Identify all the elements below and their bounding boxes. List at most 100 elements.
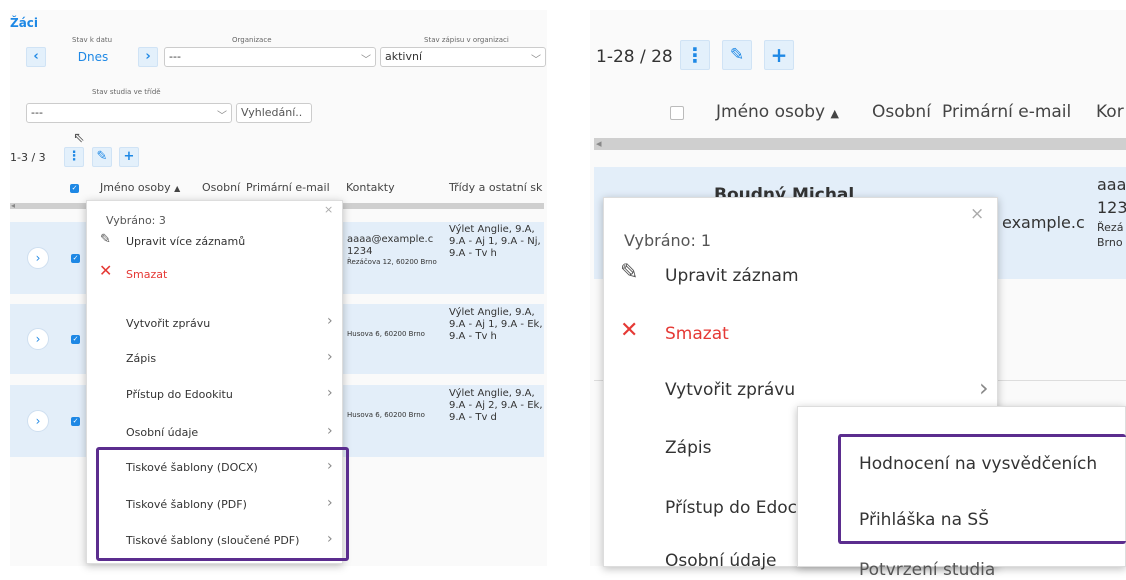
page-title: Žáci — [10, 16, 39, 30]
menu-item-label: Upravit záznam — [665, 266, 799, 286]
edit-button-zoom[interactable]: ✎ — [722, 40, 752, 70]
highlight-box-zoom — [838, 434, 1126, 544]
col-kontakty-zoom[interactable]: Kor — [1096, 102, 1124, 122]
menu-item-zapis[interactable]: Zápis — [126, 352, 156, 365]
submenu-item-potvrzeni[interactable]: Potvrzení studia — [859, 560, 995, 580]
col-jmeno-label: Jméno osoby — [100, 181, 171, 194]
scroll-left-icon[interactable]: ◂ — [11, 201, 15, 210]
pencil-icon: ✎ — [620, 260, 639, 285]
edit-button[interactable]: ✎ — [92, 147, 112, 167]
col-osobni[interactable]: Osobní — [202, 181, 240, 194]
col-email[interactable]: Primární e-mail — [246, 181, 330, 194]
close-icon[interactable]: × — [324, 203, 333, 216]
menu-item-smazat[interactable]: ✕ Smazat — [98, 261, 338, 287]
add-button[interactable]: + — [119, 147, 139, 167]
pencil-icon: ✎ — [96, 149, 108, 164]
sort-up-icon: ▲ — [174, 184, 181, 193]
more-button[interactable]: ⋮ — [64, 147, 84, 167]
sort-up-icon: ▲ — [830, 107, 839, 120]
more-vertical-icon: ⋮ — [67, 149, 81, 164]
delete-x-icon: ✕ — [99, 261, 113, 280]
date-next-button[interactable]: › — [138, 47, 158, 67]
horizontal-scrollbar-zoom[interactable] — [594, 138, 1126, 150]
chevron-right-icon: › — [327, 349, 333, 365]
expand-row-button[interactable]: › — [27, 410, 49, 432]
menu-item-zapis[interactable]: Zápis — [665, 438, 711, 458]
chevron-down-icon: ﹀ — [531, 55, 541, 66]
row-phone: 123 — [1097, 198, 1126, 217]
menu-item-pristup[interactable]: Přístup do Edookitu — [126, 388, 233, 401]
row-address: Řezá — [1097, 221, 1124, 234]
select-all-checkbox[interactable]: ✓ — [70, 184, 79, 193]
row-contact: aaa — [1097, 175, 1126, 194]
col-tridy[interactable]: Třídy a ostatní sk — [449, 181, 542, 194]
label-stav-studia: Stav studia ve třídě — [92, 88, 161, 96]
stav-zapisu-value: aktivní — [385, 50, 423, 63]
chevron-right-icon: › — [327, 423, 333, 439]
contact-address: Husova 6, 60200 Brno — [347, 330, 425, 338]
expand-row-button[interactable]: › — [27, 328, 49, 350]
label-stav-zapisu: Stav zápisu v organizaci — [424, 36, 509, 44]
menu-item-vytvorit-zpravu[interactable]: Vytvořit zprávu — [665, 380, 795, 400]
pencil-icon: ✎ — [729, 45, 745, 65]
chevron-right-icon: › — [327, 385, 333, 401]
chevron-right-icon: › — [35, 251, 41, 265]
menu-item-smazat[interactable]: ✕ Smazat — [620, 318, 980, 348]
col-kontakty[interactable]: Kontakty — [346, 181, 395, 194]
menu-selected-count: Vybráno: 3 — [106, 214, 166, 227]
search-button[interactable]: Vyhledání.. — [236, 103, 312, 123]
chevron-right-icon: › — [35, 414, 41, 428]
menu-item-upravit[interactable]: ✎ Upravit záznam — [620, 260, 980, 290]
contact-phone: 1234 — [347, 246, 373, 257]
more-button-zoom[interactable]: ⋮ — [680, 40, 710, 70]
organizace-select[interactable]: --- ﹀ — [164, 47, 376, 67]
date-value[interactable]: Dnes — [48, 47, 138, 67]
row-checkbox[interactable]: ✓ — [71, 254, 80, 263]
row-classes: Výlet Anglie, 9.A, 9.A - Aj 1, 9.A - Nj,… — [449, 224, 541, 259]
col-jmeno[interactable]: Jméno osoby ▲ — [100, 181, 180, 194]
menu-item-pristup[interactable]: Přístup do Edoc — [665, 498, 797, 518]
menu-selected-count: Vybráno: 1 — [624, 231, 712, 250]
contact-email: aaaa@example.c — [347, 234, 434, 245]
more-vertical-icon: ⋮ — [685, 43, 705, 67]
row-email: example.c — [1002, 213, 1085, 232]
contact-address: Husova 6, 60200 Brno — [347, 411, 425, 419]
pencil-icon: ✎ — [100, 232, 111, 247]
stav-studia-value: --- — [31, 106, 43, 119]
stav-studia-select[interactable]: --- ﹀ — [26, 103, 232, 123]
close-icon[interactable]: × — [970, 204, 984, 224]
row-checkbox[interactable]: ✓ — [71, 417, 80, 426]
expand-row-button[interactable]: › — [27, 247, 49, 269]
col-jmeno-label: Jméno osoby — [716, 102, 826, 122]
record-count-zoom: 1-28 / 28 — [596, 47, 673, 67]
col-email-zoom[interactable]: Primární e-mail — [942, 102, 1071, 122]
chevron-left-icon: ‹ — [33, 49, 39, 64]
row-checkbox[interactable]: ✓ — [71, 335, 80, 344]
record-count: 1-3 / 3 — [10, 151, 46, 164]
stav-zapisu-select[interactable]: aktivní ﹀ — [380, 47, 546, 67]
menu-item-osobni-udaje[interactable]: Osobní údaje — [665, 551, 777, 571]
menu-item-label: Smazat — [665, 324, 729, 344]
label-stav-k-datu: Stav k datu — [72, 36, 113, 44]
menu-item-upravit[interactable]: ✎ Upravit více záznamů — [98, 232, 338, 252]
menu-item-label: Upravit více záznamů — [126, 235, 246, 248]
chevron-right-icon: › — [979, 374, 989, 402]
select-all-checkbox-zoom[interactable] — [670, 106, 684, 120]
col-osobni-zoom[interactable]: Osobní — [872, 102, 931, 122]
menu-item-osobni-udaje[interactable]: Osobní údaje — [126, 426, 198, 439]
plus-icon: + — [123, 149, 135, 164]
contact-address: Řezáčova 12, 60200 Brno — [347, 258, 437, 266]
menu-item-vytvorit-zpravu[interactable]: Vytvořit zprávu — [126, 317, 210, 330]
col-jmeno-zoom[interactable]: Jméno osoby ▲ — [716, 102, 839, 122]
highlight-box — [96, 447, 349, 561]
menu-item-label: Smazat — [126, 268, 168, 281]
scroll-left-icon[interactable]: ◂ — [596, 137, 602, 150]
add-button-zoom[interactable]: + — [764, 40, 794, 70]
chevron-right-icon: › — [35, 332, 41, 346]
date-prev-button[interactable]: ‹ — [26, 47, 46, 67]
organizace-value: --- — [169, 50, 181, 63]
chevron-right-icon: › — [145, 49, 151, 64]
row-city: Brno — [1097, 236, 1123, 249]
row-classes: Výlet Anglie, 9.A, 9.A - Aj 1, 9.A - Ek,… — [449, 307, 543, 342]
chevron-right-icon: › — [327, 313, 333, 329]
